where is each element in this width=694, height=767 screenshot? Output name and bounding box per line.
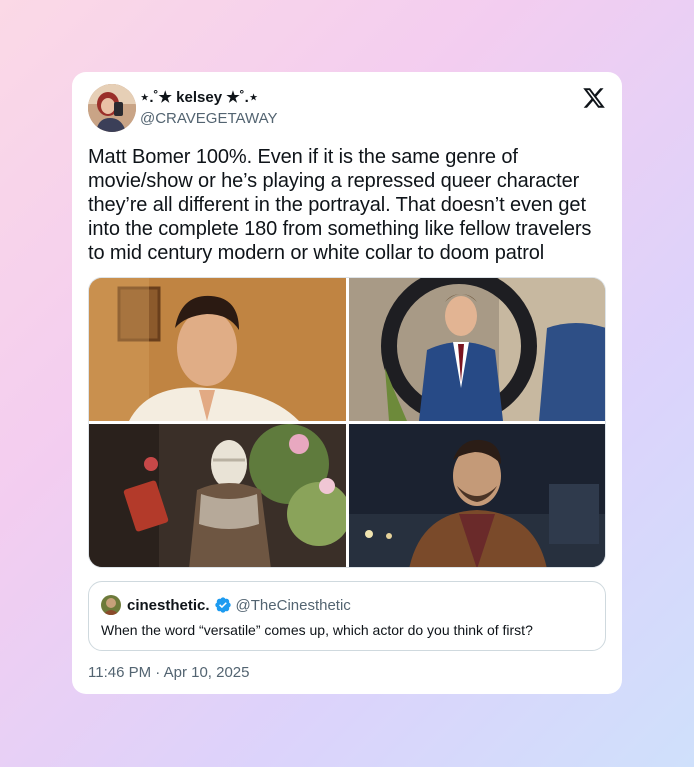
tweet-media-grid [88, 277, 606, 568]
author-names: ⋆.˚★ kelsey ★˚.⋆ @CRAVEGETAWAY [140, 88, 277, 129]
author-avatar[interactable] [88, 84, 136, 132]
media-photo-2[interactable] [349, 278, 605, 421]
media-photo-4[interactable] [349, 424, 605, 567]
media-photo-3[interactable] [89, 424, 346, 567]
quoted-author-handle[interactable]: @TheCinesthetic [236, 597, 351, 614]
tweet-timestamp[interactable]: 11:46 PM · Apr 10, 2025 [88, 664, 250, 681]
media-photo-1[interactable] [89, 278, 346, 421]
author-display-name[interactable]: ⋆.˚★ kelsey ★˚.⋆ [140, 88, 277, 108]
tweet-header: ⋆.˚★ kelsey ★˚.⋆ @CRAVEGETAWAY [88, 84, 606, 134]
x-logo-icon[interactable] [582, 86, 606, 110]
quoted-author-display-name[interactable]: cinesthetic. [127, 597, 210, 614]
verified-badge-icon [214, 596, 232, 614]
tweet-text: Matt Bomer 100%. Even if it is the same … [88, 146, 592, 264]
quoted-author-avatar[interactable] [101, 595, 121, 615]
tweet-card: ⋆.˚★ kelsey ★˚.⋆ @CRAVEGETAWAY Matt Bome… [72, 72, 622, 694]
author-handle[interactable]: @CRAVEGETAWAY [140, 109, 277, 129]
quoted-tweet-header: cinesthetic. @TheCinesthetic [101, 594, 351, 616]
quoted-tweet[interactable]: cinesthetic. @TheCinesthetic When the wo… [88, 581, 606, 651]
quoted-tweet-text: When the word “versatile” comes up, whic… [101, 622, 533, 638]
